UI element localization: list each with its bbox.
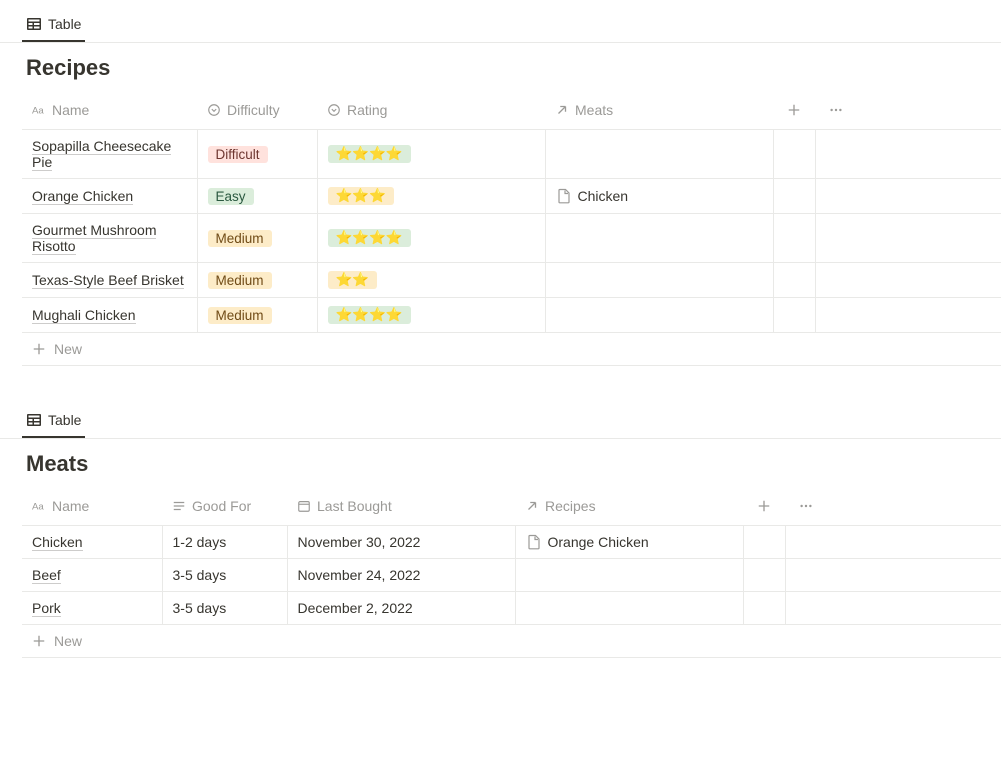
relation-icon (555, 103, 569, 117)
difficulty-tag[interactable]: Difficult (208, 146, 268, 163)
rating-tag[interactable]: ⭐⭐ (328, 271, 378, 289)
table-row[interactable]: Orange Chicken Easy ⭐⭐⭐ Chicken (22, 179, 1001, 214)
rating-tag[interactable]: ⭐⭐⭐ (328, 187, 394, 205)
difficulty-tag[interactable]: Medium (208, 230, 272, 247)
table-icon (26, 412, 42, 428)
rating-tag[interactable]: ⭐⭐⭐⭐ (328, 145, 411, 163)
table-icon (26, 16, 42, 32)
plus-icon[interactable] (753, 495, 775, 517)
difficulty-tag[interactable]: Easy (208, 188, 254, 205)
meats-cell[interactable] (545, 263, 773, 298)
select-icon (327, 103, 341, 117)
last-bought-value[interactable]: November 24, 2022 (298, 567, 421, 583)
recipe-name[interactable]: Sopapilla Cheesecake Pie (32, 138, 171, 171)
plus-icon (32, 634, 46, 648)
table-row[interactable]: Beef 3-5 days November 24, 2022 (22, 559, 1001, 592)
table-row[interactable]: Chicken 1-2 days November 30, 2022 Orang… (22, 526, 1001, 559)
rating-tag[interactable]: ⭐⭐⭐⭐ (328, 229, 411, 247)
recipes-cell[interactable]: Orange Chicken (515, 526, 743, 559)
col-add-m[interactable] (743, 487, 785, 526)
meats-cell[interactable] (545, 298, 773, 333)
meats-table: Aa Name Good For Last Bought (22, 487, 1001, 625)
good-for-value[interactable]: 3-5 days (173, 600, 227, 616)
col-name[interactable]: Aa Name (22, 91, 197, 130)
date-icon (297, 499, 311, 513)
col-last-bought[interactable]: Last Bought (287, 487, 515, 526)
rating-tag[interactable]: ⭐⭐⭐⭐ (328, 306, 411, 324)
recipes-cell[interactable] (515, 559, 743, 592)
meats-cell[interactable]: Chicken (545, 179, 773, 214)
view-tab-label: Table (48, 412, 81, 428)
svg-text:Aa: Aa (32, 502, 44, 513)
col-meats[interactable]: Meats (545, 91, 773, 130)
difficulty-tag[interactable]: Medium (208, 272, 272, 289)
more-icon[interactable] (795, 495, 817, 517)
meat-name[interactable]: Chicken (32, 534, 83, 551)
col-more-m[interactable] (785, 487, 1001, 526)
view-tab-label: Table (48, 16, 81, 32)
plus-icon (32, 342, 46, 356)
col-rating[interactable]: Rating (317, 91, 545, 130)
meat-name[interactable]: Beef (32, 567, 61, 584)
col-add[interactable] (773, 91, 815, 130)
col-more[interactable] (815, 91, 1001, 130)
title-icon: Aa (32, 499, 46, 513)
col-good-for[interactable]: Good For (162, 487, 287, 526)
new-row-meats[interactable]: New (22, 625, 1001, 658)
page-icon (556, 188, 572, 204)
db-title-meats[interactable]: Meats (0, 451, 1001, 487)
recipe-name[interactable]: Orange Chicken (32, 188, 133, 205)
svg-text:Aa: Aa (32, 106, 44, 117)
relation-label: Chicken (578, 188, 629, 204)
table-row[interactable]: Gourmet Mushroom Risotto Medium ⭐⭐⭐⭐ (22, 214, 1001, 263)
meats-cell[interactable] (545, 214, 773, 263)
recipe-name[interactable]: Gourmet Mushroom Risotto (32, 222, 156, 255)
view-tab-table-meats[interactable]: Table (22, 406, 85, 438)
table-row[interactable]: Mughali Chicken Medium ⭐⭐⭐⭐ (22, 298, 1001, 333)
table-row[interactable]: Texas-Style Beef Brisket Medium ⭐⭐ (22, 263, 1001, 298)
select-icon (207, 103, 221, 117)
more-icon[interactable] (825, 99, 847, 121)
page-icon (526, 534, 542, 550)
table-row[interactable]: Sopapilla Cheesecake Pie Difficult ⭐⭐⭐⭐ (22, 130, 1001, 179)
recipe-name[interactable]: Mughali Chicken (32, 307, 136, 324)
title-icon: Aa (32, 103, 46, 117)
relation-label: Orange Chicken (548, 534, 649, 550)
meats-cell[interactable] (545, 130, 773, 179)
plus-icon[interactable] (783, 99, 805, 121)
recipes-table: Aa Name Difficulty Rating (22, 91, 1001, 333)
table-row[interactable]: Pork 3-5 days December 2, 2022 (22, 592, 1001, 625)
db-title-recipes[interactable]: Recipes (0, 55, 1001, 91)
text-icon (172, 499, 186, 513)
relation-icon (525, 499, 539, 513)
meat-name[interactable]: Pork (32, 600, 61, 617)
recipe-name[interactable]: Texas-Style Beef Brisket (32, 272, 184, 289)
difficulty-tag[interactable]: Medium (208, 307, 272, 324)
recipes-cell[interactable] (515, 592, 743, 625)
col-difficulty[interactable]: Difficulty (197, 91, 317, 130)
good-for-value[interactable]: 3-5 days (173, 567, 227, 583)
col-recipes-rel[interactable]: Recipes (515, 487, 743, 526)
good-for-value[interactable]: 1-2 days (173, 534, 227, 550)
last-bought-value[interactable]: November 30, 2022 (298, 534, 421, 550)
new-row-recipes[interactable]: New (22, 333, 1001, 366)
col-name-m[interactable]: Aa Name (22, 487, 162, 526)
last-bought-value[interactable]: December 2, 2022 (298, 600, 413, 616)
view-tab-table[interactable]: Table (22, 10, 85, 42)
